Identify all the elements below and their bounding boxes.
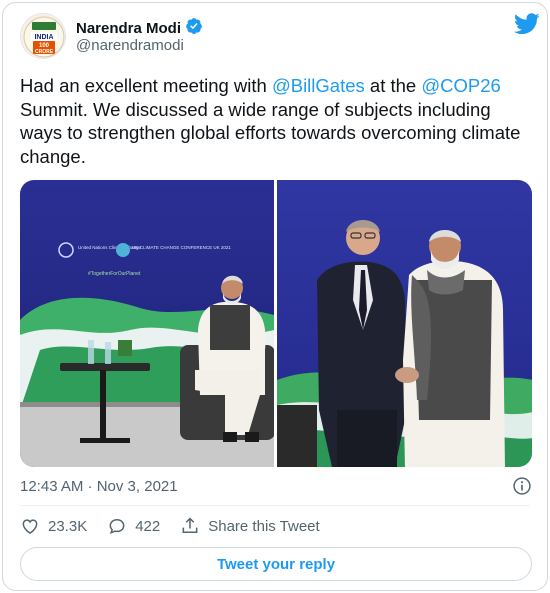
hashtag-text: #TogetherForOurPlanet [88,271,141,277]
tweet-your-reply-button[interactable]: Tweet your reply [20,547,532,581]
like-button[interactable]: 23.3K [20,516,87,536]
verified-badge-icon [185,17,203,40]
avatar-text-india: INDIA [34,34,53,41]
share-button[interactable]: Share this Tweet [180,516,320,536]
reply-count-button[interactable]: 422 [107,516,160,536]
photo-meeting-seated[interactable]: United Nations Climate Change UN CLIMATE… [20,180,275,467]
mention-link-cop26[interactable]: @COP26 [421,75,500,96]
tweet-text-part: at the [364,75,422,96]
tweet-header: INDIA 100 CRORE Narendra Modi @narendram… [20,13,540,61]
tweet-text-part: Had an excellent meeting with [20,75,272,96]
tweet-timestamp[interactable]: 12:43 AM · Nov 3, 2021 [20,478,178,495]
avatar-text-crore: CRORE [35,49,54,55]
tweet-card: INDIA 100 CRORE Narendra Modi @narendram… [2,2,548,591]
like-count: 23.3K [48,517,88,535]
share-icon [182,517,198,533]
cop26-logo-text: UN CLIMATE CHANGE CONFERENCE UK 2021 [132,245,231,250]
avatar[interactable]: INDIA 100 CRORE [20,13,66,59]
tweet-media: United Nations Climate Change UN CLIMATE… [20,180,532,467]
photo-handshake[interactable] [277,180,532,467]
author-handle[interactable]: @narendramodi [76,37,184,54]
tweet-text: Had an excellent meeting with @BillGates… [20,74,532,168]
twitter-bird-icon[interactable] [513,13,540,40]
mention-link-billgates[interactable]: @BillGates [272,75,365,96]
info-icon[interactable] [512,476,532,501]
divider [20,505,530,506]
tweet-actions: 23.3K 422 Share this Tweet [20,516,340,536]
tweet-text-part: Summit. We discussed a wide range of sub… [20,98,521,167]
reply-bubble-icon [109,518,125,534]
share-label: Share this Tweet [208,517,320,535]
reply-count: 422 [135,517,161,535]
author-name[interactable]: Narendra Modi [76,20,181,37]
heart-icon [22,519,38,534]
